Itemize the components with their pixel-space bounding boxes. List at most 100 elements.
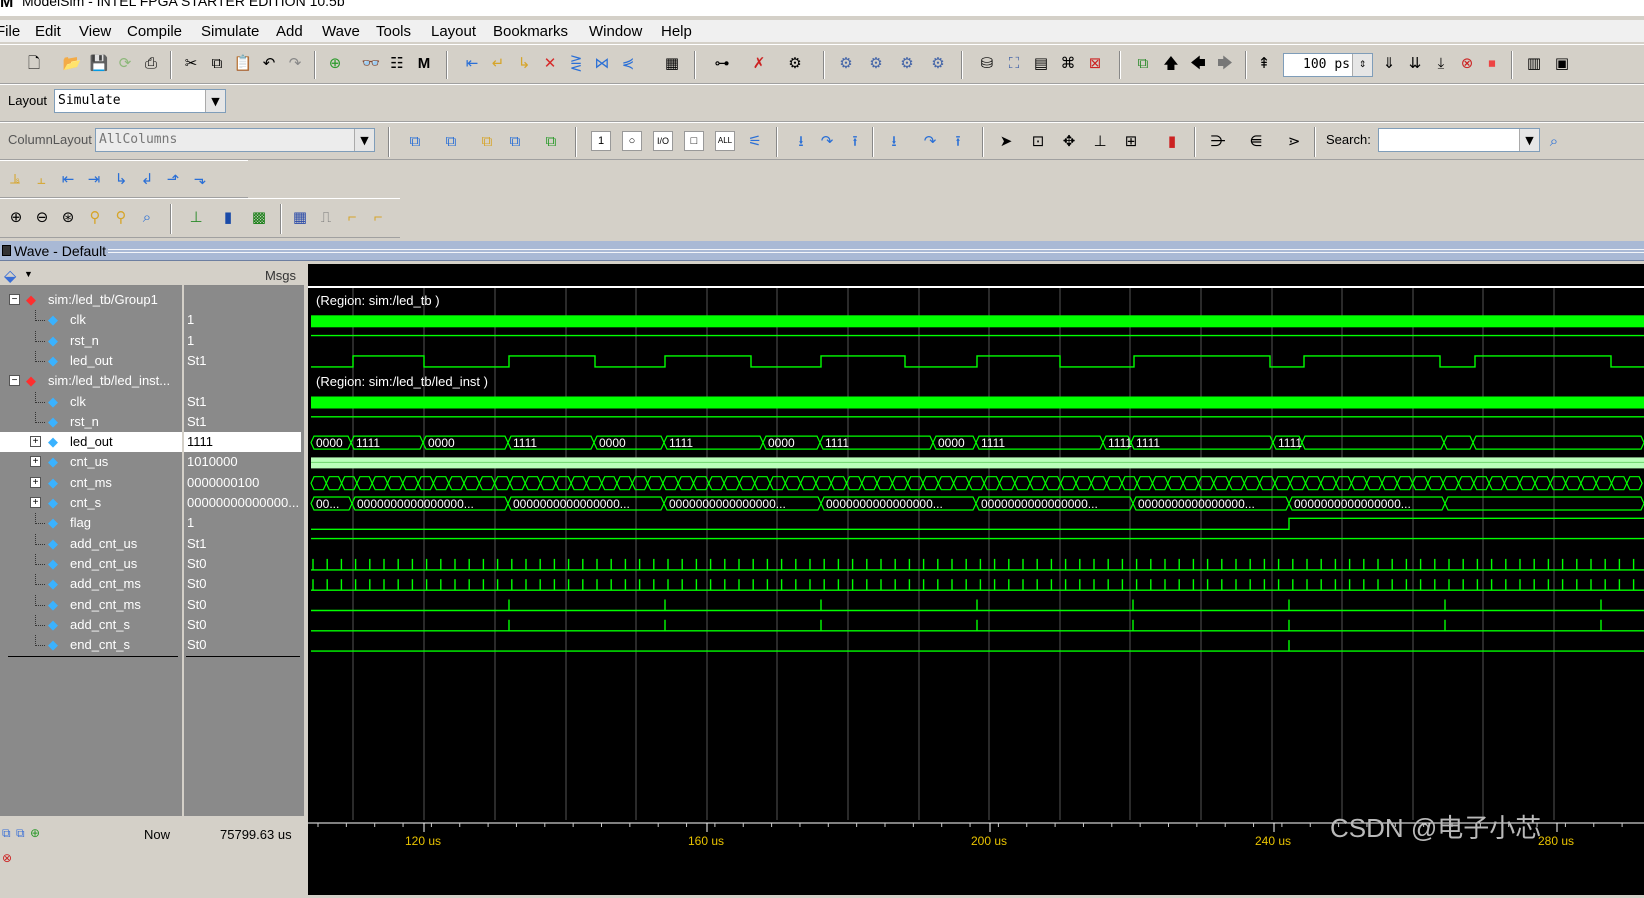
delete-cursor-icon[interactable]: ⫠ — [31, 169, 51, 189]
expand-icon[interactable]: + — [30, 497, 41, 508]
step-over-icon[interactable]: ↷ — [817, 131, 837, 151]
debug-icon[interactable]: ⚙ — [785, 53, 805, 73]
run-icon[interactable]: ⇓ — [1379, 53, 1399, 73]
columnlayout-select[interactable]: AllColumns ▼ — [95, 128, 375, 152]
schematic-icon[interactable]: ⌘ — [1058, 53, 1078, 73]
menu-wave[interactable]: Wave — [322, 23, 360, 40]
redo-icon[interactable]: ↷ — [285, 53, 305, 73]
format-io-icon[interactable]: I/O — [653, 131, 673, 151]
step-back-icon[interactable]: ↵ — [488, 53, 508, 73]
break-icon[interactable]: ⊗ — [1457, 53, 1477, 73]
compile-icon[interactable]: ⚙ — [836, 53, 856, 73]
breakpoint-icon[interactable]: ⊶ — [712, 53, 732, 73]
menu-bookmarks[interactable]: Bookmarks — [493, 23, 568, 40]
signal-name-row[interactable]: ◆ end_cnt_ms — [0, 594, 182, 615]
prev-transition-icon[interactable]: ↳ — [111, 169, 131, 189]
signal-name-row[interactable]: ◆ end_cnt_s — [0, 635, 182, 655]
window-drag-grip[interactable] — [108, 249, 1644, 253]
search-icon[interactable]: ⌕ — [1544, 131, 1564, 151]
step-icon[interactable]: ⭳ — [884, 131, 904, 151]
first-cursor-icon[interactable]: ⇤ — [58, 169, 78, 189]
signal-group-row[interactable]: − ◆ sim:/led_tb/Group1 — [0, 290, 182, 310]
insert-group-icon[interactable]: ⧉ — [441, 131, 461, 151]
step-forward-icon[interactable]: ↳ — [514, 53, 534, 73]
chevron-down-icon[interactable]: ▼ — [24, 269, 33, 279]
close-sim-icon[interactable]: ⊠ — [1085, 53, 1105, 73]
wave-fill-icon[interactable]: ▩ — [249, 207, 269, 227]
expand-icon[interactable]: ⋛ — [566, 53, 586, 73]
dataflow-icon[interactable]: ⛶ — [1004, 53, 1024, 73]
zoom-in-icon[interactable]: ⊕ — [6, 207, 26, 227]
signal-name-row[interactable]: + ◆ cnt_ms — [0, 473, 182, 493]
compile-selected-icon[interactable]: ⚙ — [897, 53, 917, 73]
undo-icon[interactable]: ↶ — [259, 53, 279, 73]
cursor-delete-icon[interactable]: ⊗ — [2, 851, 12, 865]
zoom-full-icon[interactable]: ⊛ — [58, 207, 78, 227]
copy-icon[interactable]: ⧉ — [207, 53, 227, 73]
cursor-icon[interactable]: ⊥ — [1090, 131, 1110, 151]
restart-icon[interactable]: ⧉ — [1133, 53, 1153, 73]
menu-view[interactable]: View — [79, 23, 111, 40]
menu-add[interactable]: Add — [276, 23, 303, 40]
cursor-add-icon[interactable]: ⧉ — [2, 826, 11, 841]
select-pointer-icon[interactable]: ➤ — [996, 131, 1016, 151]
memory-icon[interactable]: M — [414, 53, 434, 73]
format-logic-icon[interactable]: ○ — [622, 131, 642, 151]
wave-grid-icon[interactable]: ▦ — [290, 207, 310, 227]
restart-sim-icon[interactable]: ⇞ — [1254, 53, 1274, 73]
signal-name-row[interactable]: ◆ add_cnt_ms — [0, 574, 182, 594]
stop-icon[interactable]: ⏹ — [1482, 53, 1502, 73]
edit-wave-icon[interactable]: ⊞ — [1121, 131, 1141, 151]
more-icon[interactable]: ▣ — [1552, 53, 1572, 73]
signal-name-row[interactable]: ◆ add_cnt_s — [0, 614, 182, 635]
chevron-down-icon[interactable]: ▼ — [1519, 129, 1539, 151]
menu-layout[interactable]: Layout — [431, 23, 476, 40]
waveform-canvas[interactable]: (Region: sim:/led_tb ) (Region: sim:/led_… — [308, 264, 1644, 820]
stop-wave-icon[interactable]: ▮ — [1162, 131, 1182, 151]
add-wave-icon[interactable]: ⧉ — [541, 131, 561, 151]
cut-icon[interactable]: ✂ — [181, 53, 201, 73]
format-literal-icon[interactable]: 1 — [591, 131, 611, 151]
insert-breakpoint-icon[interactable]: ⧉ — [505, 131, 525, 151]
continue-icon[interactable]: ⇊ — [1405, 53, 1425, 73]
prev-edge-icon[interactable]: ⋺ — [1208, 131, 1228, 151]
signal-group-row[interactable]: − ◆ sim:/led_tb/led_inst... — [0, 371, 182, 391]
run-all-icon[interactable]: ⤓ — [1431, 53, 1451, 73]
signal-name-row[interactable]: ◆ clk — [0, 310, 182, 330]
wave-tools-icon[interactable]: ⬙ — [4, 266, 16, 286]
insert-divider-icon[interactable]: ⧉ — [477, 131, 497, 151]
next-transition-icon[interactable]: ↲ — [137, 169, 157, 189]
signal-name-row[interactable]: + ◆ cnt_s — [0, 493, 182, 513]
expand-icon[interactable]: + — [30, 476, 41, 488]
next-edge-icon[interactable]: ⋹ — [1246, 131, 1266, 151]
layout-select[interactable]: Simulate ▼ — [54, 89, 226, 113]
wave-bar-icon[interactable]: ▮ — [218, 207, 238, 227]
branch-icon[interactable]: ⋞ — [618, 53, 638, 73]
expand-icon[interactable]: + — [30, 456, 41, 468]
list-icon[interactable]: ▤ — [1031, 53, 1051, 73]
prev-falling-icon[interactable]: ⬏ — [163, 169, 183, 189]
menu-edit[interactable]: Edit — [35, 23, 61, 40]
zoom-between-cursors-icon[interactable]: ⚲ — [111, 207, 131, 227]
signal-name-row[interactable]: + ◆ led_out — [0, 432, 182, 453]
signal-name-row[interactable]: + ◆ cnt_us — [0, 452, 182, 472]
run-length-input[interactable]: 100 ps ⇕ — [1283, 53, 1373, 77]
menu-simulate[interactable]: Simulate — [201, 23, 259, 40]
format-all-icon[interactable]: ALL — [715, 131, 735, 151]
step-out-sim-icon[interactable]: ⭱ — [948, 131, 968, 151]
reload-icon[interactable]: ⟳ — [115, 53, 135, 73]
signal-name-row[interactable]: ◆ clk — [0, 391, 182, 412]
print-icon[interactable]: ⎙ — [141, 53, 161, 73]
wave-rise-icon[interactable]: ⌐ — [342, 207, 362, 227]
step-in-icon[interactable]: ⇤ — [462, 53, 482, 73]
last-cursor-icon[interactable]: ⇥ — [84, 169, 104, 189]
signal-name-row[interactable]: ◆ flag — [0, 513, 182, 533]
open-folder-icon[interactable]: 📂 — [62, 53, 82, 73]
chevron-down-icon[interactable]: ▼ — [205, 90, 225, 112]
performance-icon[interactable]: ▥ — [1524, 53, 1544, 73]
step-out-icon[interactable]: ⭱ — [845, 131, 865, 151]
signal-name-row[interactable]: ◆ end_cnt_us — [0, 553, 182, 574]
compile-all-icon[interactable]: ⚙ — [866, 53, 886, 73]
library-icon[interactable]: ⛁ — [977, 53, 997, 73]
up-arrow-icon[interactable]: 🡅 — [1161, 53, 1181, 73]
